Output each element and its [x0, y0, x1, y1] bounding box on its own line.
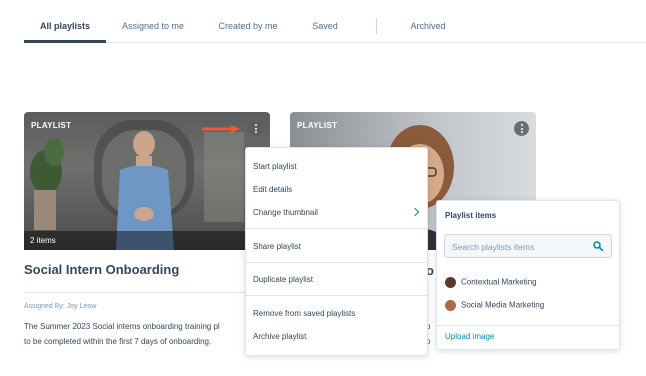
search-input[interactable]: Search playlists items — [444, 234, 612, 258]
menu-item-edit-details[interactable]: Edit details — [253, 185, 292, 194]
menu-item-duplicate-playlist[interactable]: Duplicate playlist — [253, 275, 313, 284]
flyout-item-social-media-marketing[interactable]: Social Media Marketing — [445, 300, 544, 311]
playlist-tabs: All playlists Assigned to me Created by … — [24, 0, 646, 43]
items-bar: 2 items — [24, 231, 270, 250]
playlist-title[interactable]: Social Intern Onboarding — [24, 262, 179, 277]
avatar — [445, 277, 456, 288]
menu-divider — [246, 262, 427, 263]
playlist-items-flyout: Playlist items Search playlists items Co… — [436, 200, 620, 350]
playlist-description: The Summer 2023 Social interns onboardin… — [24, 319, 254, 349]
chevron-right-icon — [410, 207, 420, 217]
more-options-icon[interactable] — [248, 121, 263, 136]
title-divider — [24, 292, 246, 293]
assigned-by: Assigned By: Joy Leow — [24, 303, 97, 310]
flyout-title: Playlist items — [445, 211, 497, 220]
card-type-label-2: PLAYLIST — [297, 121, 338, 130]
tab-assigned-to-me[interactable]: Assigned to me — [112, 0, 194, 41]
tab-archived[interactable]: Archived — [396, 0, 460, 41]
description-line-1: The Summer 2023 Social interns onboardin… — [24, 322, 220, 331]
upload-image-link[interactable]: Upload image — [445, 332, 494, 341]
description-line-2: to be completed within the first 7 days … — [24, 337, 212, 346]
flyout-item-label: Social Media Marketing — [461, 300, 545, 310]
tab-created-by-me[interactable]: Created by me — [207, 0, 289, 41]
menu-item-start-playlist[interactable]: Start playlist — [253, 162, 297, 171]
arrow-pointer-icon — [202, 125, 240, 133]
tab-all-playlists[interactable]: All playlists — [24, 0, 106, 43]
menu-divider — [246, 228, 427, 229]
menu-item-change-thumbnail[interactable]: Change thumbnail — [253, 208, 318, 217]
tab-divider — [376, 18, 377, 34]
items-count: 2 items — [30, 236, 56, 245]
playlist-actions-menu: Start playlist Edit details Change thumb… — [245, 147, 428, 356]
menu-item-archive-playlist[interactable]: Archive playlist — [253, 332, 306, 341]
more-options-icon-2[interactable] — [514, 121, 529, 136]
flyout-item-label: Contextual Marketing — [461, 277, 537, 287]
flyout-divider — [437, 325, 619, 326]
avatar — [445, 300, 456, 311]
tab-saved[interactable]: Saved — [294, 0, 356, 41]
card-type-label: PLAYLIST — [31, 121, 72, 130]
search-icon[interactable] — [593, 241, 603, 251]
menu-item-remove-from-saved[interactable]: Remove from saved playlists — [253, 309, 355, 318]
search-placeholder: Search playlists items — [452, 242, 535, 252]
menu-divider — [246, 295, 427, 296]
flyout-item-contextual-marketing[interactable]: Contextual Marketing — [445, 277, 537, 288]
menu-item-share-playlist[interactable]: Share playlist — [253, 242, 301, 251]
